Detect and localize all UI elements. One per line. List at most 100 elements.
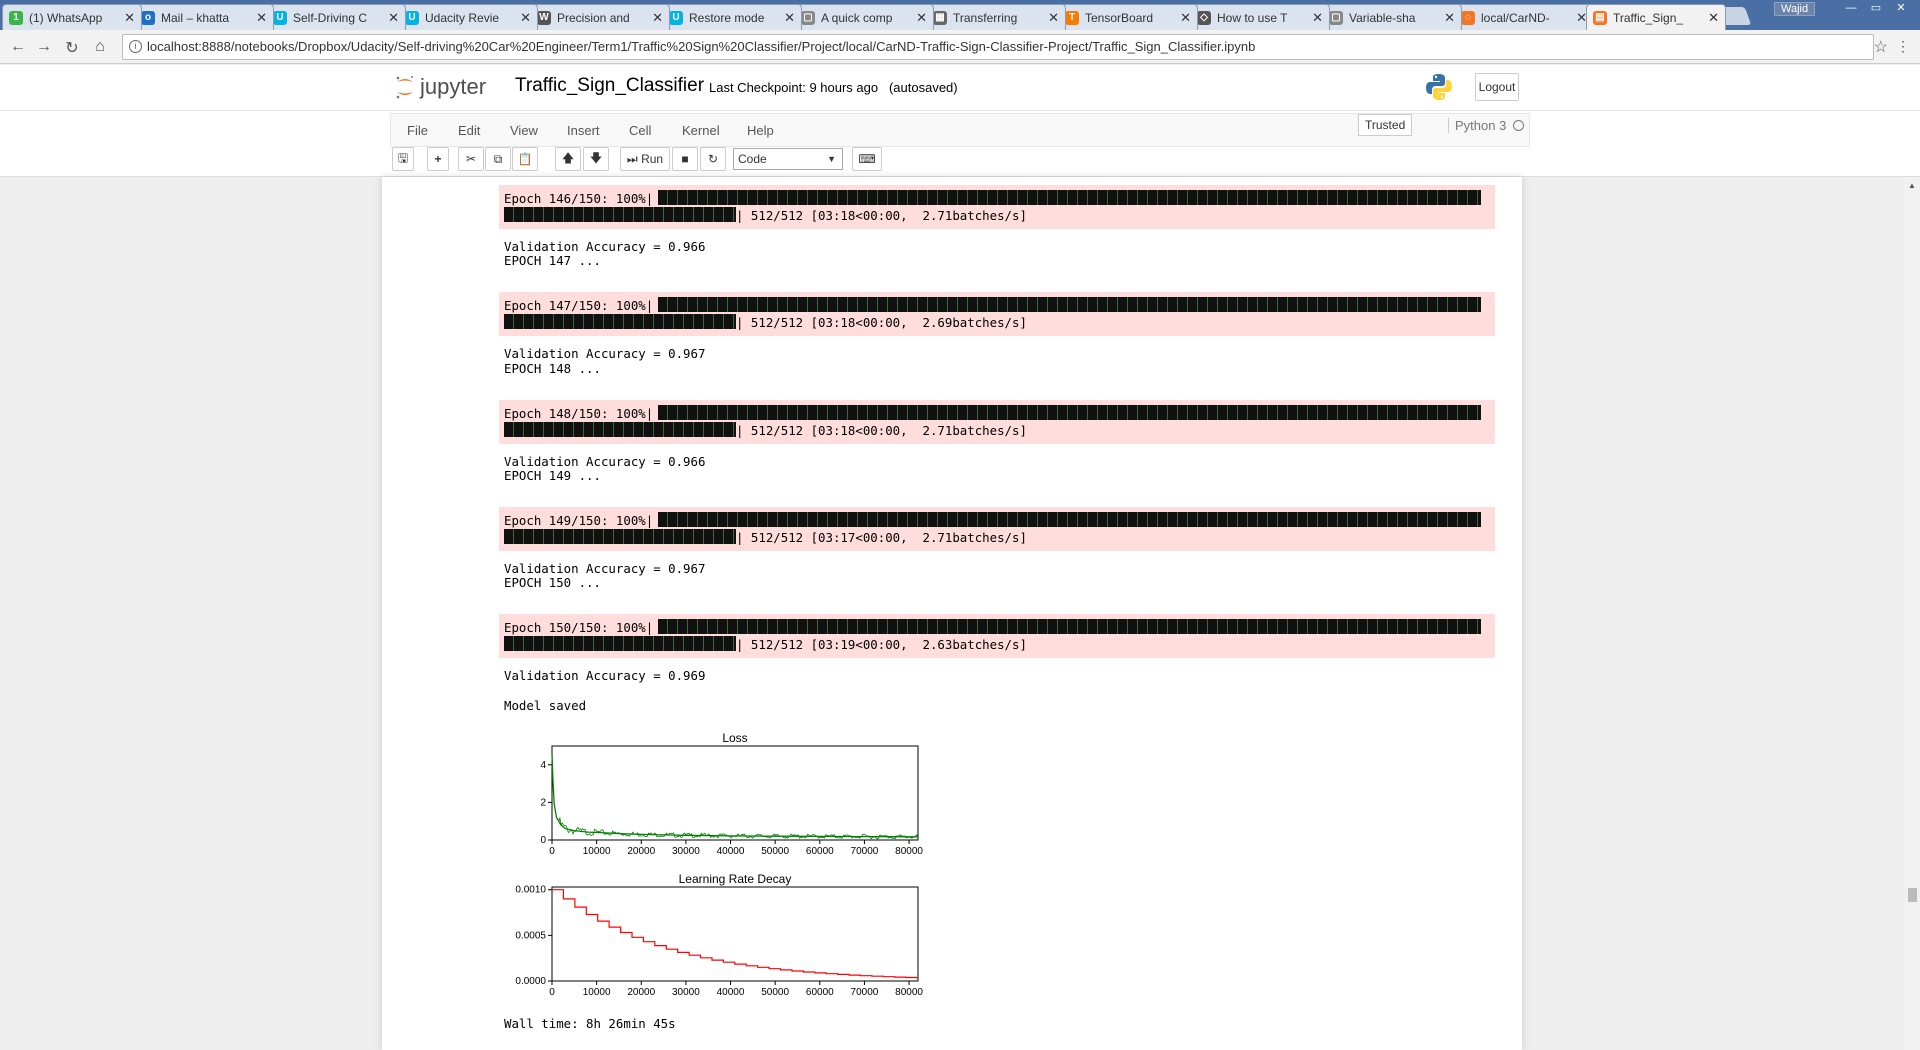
stop-icon[interactable]: ■ — [672, 147, 698, 171]
x-tick-label: 70000 — [851, 846, 879, 857]
kernel-idle-icon — [1513, 120, 1524, 131]
run-button[interactable]: ⏭ Run — [620, 147, 670, 171]
close-tab-icon[interactable]: ✕ — [520, 10, 531, 26]
y-tick-label: 2 — [540, 797, 546, 808]
checkpoint-text: Last Checkpoint: 9 hours ago — [709, 80, 879, 95]
browser-tab[interactable]: o Mail – khatta ✕ — [134, 4, 274, 30]
x-tick-label: 0 — [549, 846, 555, 857]
notebook-title[interactable]: Traffic_Sign_Classifier — [515, 75, 704, 97]
menu-help[interactable]: Help — [747, 123, 774, 138]
window-user-badge[interactable]: Wajid — [1774, 2, 1816, 16]
home-icon[interactable]: ⌂ — [90, 38, 110, 56]
copy-icon[interactable]: ⧉ — [485, 147, 511, 171]
browser-tab[interactable]: 1 (1) WhatsApp ✕ — [2, 4, 142, 30]
browser-tab-title: Self-Driving C — [293, 10, 368, 25]
table-icon: ▦ — [933, 10, 947, 25]
minimize-window-icon[interactable]: — — [1840, 1, 1862, 15]
progress-label: Epoch 146/150: 100%| — [504, 191, 654, 206]
menu-kernel[interactable]: Kernel — [682, 123, 720, 138]
menu-cell[interactable]: Cell — [629, 123, 651, 138]
cell-type-select[interactable]: Code ▼ — [733, 148, 843, 170]
notebook-icon: ▤ — [1593, 10, 1607, 25]
close-tab-icon[interactable]: ✕ — [652, 10, 663, 26]
move-up-icon[interactable]: 🡅 — [555, 147, 581, 171]
menu-edit[interactable]: Edit — [458, 123, 480, 138]
address-bar[interactable]: i localhost:8888/notebooks/Dropbox/Udaci… — [122, 34, 1874, 60]
x-tick-label: 60000 — [806, 987, 834, 998]
plot-frame — [551, 886, 919, 982]
close-tab-icon[interactable]: ✕ — [1312, 10, 1323, 26]
progress-bar-fill — [658, 511, 1481, 527]
kernel-name[interactable]: Python 3 — [1448, 118, 1506, 133]
x-tick-label: 20000 — [627, 846, 655, 857]
logout-button[interactable]: Logout — [1475, 73, 1519, 101]
restart-icon[interactable]: ↻ — [700, 147, 726, 171]
browser-tab[interactable]: ◇ How to use T ✕ — [1190, 4, 1330, 30]
scroll-up-icon[interactable]: ▲ — [1908, 181, 1916, 190]
close-tab-icon[interactable]: ✕ — [1180, 10, 1191, 26]
browser-tab[interactable]: ▢ A quick comp ✕ — [794, 4, 934, 30]
tensorflow-icon: T — [1065, 10, 1079, 25]
browser-tab[interactable]: U Self-Driving C ✕ — [266, 4, 406, 30]
close-window-icon[interactable]: ✕ — [1890, 1, 1912, 15]
close-tab-icon[interactable]: ✕ — [124, 10, 135, 26]
epoch-header-text: EPOCH 150 ... — [504, 575, 601, 591]
validation-accuracy-text: Validation Accuracy = 0.966 — [504, 453, 706, 469]
progress-stats: | 512/512 [03:17<00:00, 2.71batches/s] — [736, 529, 1027, 545]
close-tab-icon[interactable]: ✕ — [1048, 10, 1059, 26]
close-tab-icon[interactable]: ✕ — [1444, 10, 1455, 26]
url-text: localhost:8888/notebooks/Dropbox/Udacity… — [147, 39, 1256, 54]
browser-tab[interactable]: U Restore mode ✕ — [662, 4, 802, 30]
notebook-menubar: File Edit View Insert Cell Kernel Help — [0, 111, 1920, 149]
cut-icon[interactable]: ✂ — [458, 147, 484, 171]
x-tick-label: 40000 — [717, 987, 745, 998]
paste-icon[interactable]: 📋 — [512, 147, 538, 171]
trusted-indicator[interactable]: Trusted — [1358, 114, 1413, 136]
y-tick-label: 0.0000 — [515, 976, 546, 987]
epoch-header-text: EPOCH 149 ... — [504, 467, 601, 483]
browser-menu-icon[interactable]: ⋮ — [1896, 38, 1910, 55]
progress-bar-fill — [504, 528, 736, 544]
close-tab-icon[interactable]: ✕ — [916, 10, 927, 26]
browser-tab[interactable]: T TensorBoard ✕ — [1058, 4, 1198, 30]
progress-label: Epoch 147/150: 100%| — [504, 298, 654, 314]
progress-bar-fill — [504, 421, 736, 437]
browser-tab[interactable]: ▤ Traffic_Sign_ ✕ — [1586, 4, 1726, 30]
menu-file[interactable]: File — [407, 123, 428, 138]
outlook-icon: o — [141, 10, 155, 25]
menu-insert[interactable]: Insert — [567, 123, 600, 138]
site-info-icon[interactable]: i — [129, 40, 142, 53]
x-tick-label: 70000 — [851, 987, 879, 998]
browser-tab[interactable]: ▦ Transferring ✕ — [926, 4, 1066, 30]
forward-arrow-icon[interactable]: → — [34, 38, 54, 56]
menu-view[interactable]: View — [510, 123, 538, 138]
close-tab-icon[interactable]: ✕ — [784, 10, 795, 26]
move-down-icon[interactable]: 🡇 — [583, 147, 609, 171]
jupyter-logo-icon — [396, 76, 413, 99]
y-tick-label: 0.0005 — [515, 930, 546, 941]
add-cell-icon[interactable]: + — [427, 147, 449, 171]
close-tab-icon[interactable]: ✕ — [256, 10, 267, 26]
epoch-header-text: EPOCH 147 ... — [504, 253, 601, 269]
cell-type-value: Code — [738, 152, 767, 166]
x-tick-label: 80000 — [895, 846, 923, 857]
browser-tab[interactable]: U Udacity Revie ✕ — [398, 4, 538, 30]
close-tab-icon[interactable]: ✕ — [1708, 10, 1719, 26]
scrollbar-thumb[interactable] — [1908, 888, 1917, 902]
chart-title: Loss — [722, 731, 747, 745]
back-arrow-icon[interactable]: ← — [8, 38, 28, 56]
maximize-window-icon[interactable]: ▭ — [1865, 1, 1887, 15]
page-scrollbar[interactable]: ▲ — [1904, 177, 1920, 1050]
progress-bar-fill — [658, 619, 1481, 635]
browser-tab[interactable]: W Precision and ✕ — [530, 4, 670, 30]
jupyter-logo[interactable]: jupyter — [394, 73, 486, 101]
browser-tab-title: Precision and — [557, 10, 630, 25]
bookmark-star-icon[interactable]: ☆ — [1874, 37, 1888, 57]
save-icon[interactable]: 🖫 — [392, 147, 414, 171]
reload-icon[interactable]: ↻ — [62, 38, 82, 58]
close-tab-icon[interactable]: ✕ — [388, 10, 399, 26]
loss-series-line — [551, 753, 919, 838]
browser-tab[interactable]: ▢ Variable-sha ✕ — [1322, 4, 1462, 30]
keyboard-shortcuts-icon[interactable]: ⌨ — [852, 147, 882, 171]
browser-tab[interactable]: ◌ local/CarND- ✕ — [1454, 4, 1594, 30]
